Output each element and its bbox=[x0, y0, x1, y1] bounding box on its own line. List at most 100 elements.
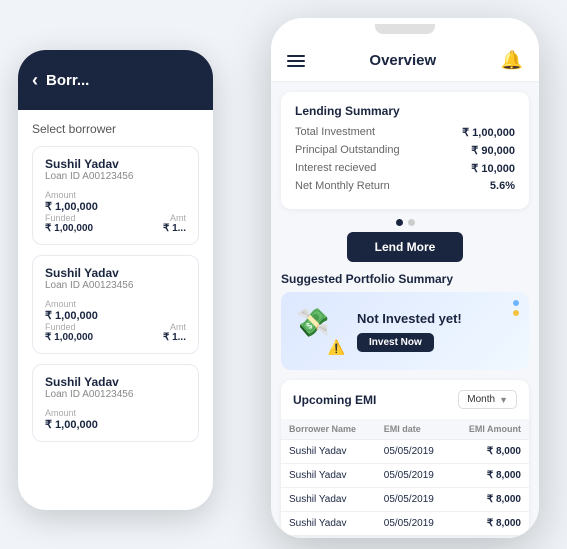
summary-key-4: Net Monthly Return bbox=[295, 180, 390, 192]
funded-value-1: ₹ 1,00,000 bbox=[45, 223, 93, 234]
dot-1[interactable] bbox=[396, 219, 403, 226]
emi-filter-label: Month bbox=[467, 394, 495, 405]
summary-val-1: ₹ 1,00,000 bbox=[462, 126, 515, 139]
emi-row-3: Sushil Yadav 05/05/2019 ₹ 8,000 bbox=[281, 512, 529, 536]
summary-key-2: Principal Outstanding bbox=[295, 144, 400, 157]
front-phone-header: Overview 🔔 bbox=[271, 40, 539, 82]
summary-row-1: Total Investment ₹ 1,00,000 bbox=[295, 126, 515, 139]
front-phone-content: Lending Summary Total Investment ₹ 1,00,… bbox=[271, 82, 539, 538]
lending-summary-card: Lending Summary Total Investment ₹ 1,00,… bbox=[281, 92, 529, 209]
emi-date-1: 05/05/2019 bbox=[376, 464, 451, 488]
funded-row-1: Funded ₹ 1,00,000 Amt ₹ 1... bbox=[45, 213, 186, 234]
emi-table-body: Sushil Yadav 05/05/2019 ₹ 8,000 Sushil Y… bbox=[281, 440, 529, 536]
emi-title: Upcoming EMI bbox=[293, 393, 376, 407]
borrower-amount-3: ₹ 1,00,000 bbox=[45, 418, 186, 431]
emi-borrower-1: Sushil Yadav bbox=[281, 464, 376, 488]
summary-val-3: ₹ 10,000 bbox=[471, 162, 515, 175]
emi-row-1: Sushil Yadav 05/05/2019 ₹ 8,000 bbox=[281, 464, 529, 488]
amt-label-1: Amt bbox=[163, 213, 186, 223]
hamburger-line-2 bbox=[287, 60, 305, 62]
col-emi-date: EMI date bbox=[376, 419, 451, 440]
portfolio-section-title: Suggested Portfolio Summary bbox=[271, 272, 539, 286]
summary-row-2: Principal Outstanding ₹ 90,000 bbox=[295, 144, 515, 157]
funded-value-2: ₹ 1,00,000 bbox=[45, 332, 93, 343]
col-borrower-name: Borrower Name bbox=[281, 419, 376, 440]
overview-title: Overview bbox=[369, 52, 436, 69]
amount-label-2: Amount bbox=[45, 299, 186, 309]
deco-dot-yellow bbox=[513, 310, 519, 316]
emi-amount-0: ₹ 8,000 bbox=[451, 440, 529, 464]
emi-date-0: 05/05/2019 bbox=[376, 440, 451, 464]
hamburger-icon[interactable] bbox=[287, 55, 305, 67]
summary-key-1: Total Investment bbox=[295, 126, 375, 139]
emi-borrower-0: Sushil Yadav bbox=[281, 440, 376, 464]
bell-icon[interactable]: 🔔 bbox=[501, 50, 523, 71]
emi-section: Upcoming EMI Month ▼ Borrower Name EMI d… bbox=[281, 380, 529, 535]
deco-dot-blue bbox=[513, 300, 519, 306]
phone-front: Overview 🔔 Lending Summary Total Investm… bbox=[271, 18, 539, 538]
emi-borrower-3: Sushil Yadav bbox=[281, 512, 376, 536]
borrower-card-1[interactable]: Sushil Yadav Loan ID A00123456 Amount ₹ … bbox=[32, 146, 199, 245]
portfolio-graphic: 💸 ⚠️ bbox=[295, 306, 345, 356]
amt-value-1: ₹ 1... bbox=[163, 223, 186, 234]
emi-header-row: Borrower Name EMI date EMI Amount bbox=[281, 419, 529, 440]
summary-val-2: ₹ 90,000 bbox=[471, 144, 515, 157]
amt-value-2: ₹ 1... bbox=[163, 332, 186, 343]
hamburger-line-3 bbox=[287, 65, 305, 67]
emi-date-2: 05/05/2019 bbox=[376, 488, 451, 512]
emi-date-3: 05/05/2019 bbox=[376, 512, 451, 536]
emi-filter-dropdown[interactable]: Month ▼ bbox=[458, 390, 517, 409]
borrower-loan-id-2: Loan ID A00123456 bbox=[45, 280, 186, 291]
portfolio-text-area: Not Invested yet! Invest Now bbox=[357, 311, 515, 352]
emi-amount-1: ₹ 8,000 bbox=[451, 464, 529, 488]
borrower-amount-1: ₹ 1,00,000 bbox=[45, 200, 186, 213]
emi-amount-2: ₹ 8,000 bbox=[451, 488, 529, 512]
funded-label-2: Funded bbox=[45, 322, 93, 332]
dot-2[interactable] bbox=[408, 219, 415, 226]
emi-amount-3: ₹ 8,000 bbox=[451, 512, 529, 536]
emi-header: Upcoming EMI Month ▼ bbox=[281, 380, 529, 419]
funded-row-2: Funded ₹ 1,00,000 Amt ₹ 1... bbox=[45, 322, 186, 343]
portfolio-decoration bbox=[513, 300, 519, 316]
amount-label-3: Amount bbox=[45, 408, 186, 418]
chevron-down-icon: ▼ bbox=[499, 395, 508, 405]
money-bag-icon: 💸 bbox=[295, 306, 330, 339]
portfolio-card: 💸 ⚠️ Not Invested yet! Invest Now bbox=[281, 292, 529, 370]
hamburger-line-1 bbox=[287, 55, 305, 57]
summary-key-3: Interest recieved bbox=[295, 162, 376, 175]
emi-borrower-2: Sushil Yadav bbox=[281, 488, 376, 512]
lend-more-button[interactable]: Lend More bbox=[347, 232, 464, 262]
back-phone-header: ‹ Borr... bbox=[18, 50, 213, 110]
borrower-card-3[interactable]: Sushil Yadav Loan ID A00123456 Amount ₹ … bbox=[32, 364, 199, 442]
borrower-loan-id-1: Loan ID A00123456 bbox=[45, 171, 186, 182]
borrower-loan-id-3: Loan ID A00123456 bbox=[45, 389, 186, 400]
summary-row-4: Net Monthly Return 5.6% bbox=[295, 180, 515, 192]
carousel-dots bbox=[271, 219, 539, 226]
emi-row-0: Sushil Yadav 05/05/2019 ₹ 8,000 bbox=[281, 440, 529, 464]
lending-summary-title: Lending Summary bbox=[295, 104, 515, 118]
funded-label-1: Funded bbox=[45, 213, 93, 223]
invest-now-button[interactable]: Invest Now bbox=[357, 333, 434, 352]
not-invested-text: Not Invested yet! bbox=[357, 311, 515, 326]
back-phone-title: Borr... bbox=[46, 72, 89, 89]
notch-bar bbox=[271, 18, 539, 40]
amt-label-2: Amt bbox=[163, 322, 186, 332]
emi-table-head: Borrower Name EMI date EMI Amount bbox=[281, 419, 529, 440]
borrower-card-2[interactable]: Sushil Yadav Loan ID A00123456 Amount ₹ … bbox=[32, 255, 199, 354]
notch bbox=[375, 24, 435, 34]
warning-icon: ⚠️ bbox=[328, 339, 345, 356]
borrower-name-1: Sushil Yadav bbox=[45, 157, 186, 171]
borrower-name-2: Sushil Yadav bbox=[45, 266, 186, 280]
col-emi-amount: EMI Amount bbox=[451, 419, 529, 440]
summary-val-4: 5.6% bbox=[490, 180, 515, 192]
borrower-amount-2: ₹ 1,00,000 bbox=[45, 309, 186, 322]
back-chevron-icon[interactable]: ‹ bbox=[32, 70, 38, 91]
select-borrower-label: Select borrower bbox=[32, 122, 199, 136]
phone-back: ‹ Borr... Select borrower Sushil Yadav L… bbox=[18, 50, 213, 510]
back-phone-body: Select borrower Sushil Yadav Loan ID A00… bbox=[18, 110, 213, 464]
emi-row-2: Sushil Yadav 05/05/2019 ₹ 8,000 bbox=[281, 488, 529, 512]
emi-table: Borrower Name EMI date EMI Amount Sushil… bbox=[281, 419, 529, 535]
amount-label-1: Amount bbox=[45, 190, 186, 200]
borrower-name-3: Sushil Yadav bbox=[45, 375, 186, 389]
summary-row-3: Interest recieved ₹ 10,000 bbox=[295, 162, 515, 175]
